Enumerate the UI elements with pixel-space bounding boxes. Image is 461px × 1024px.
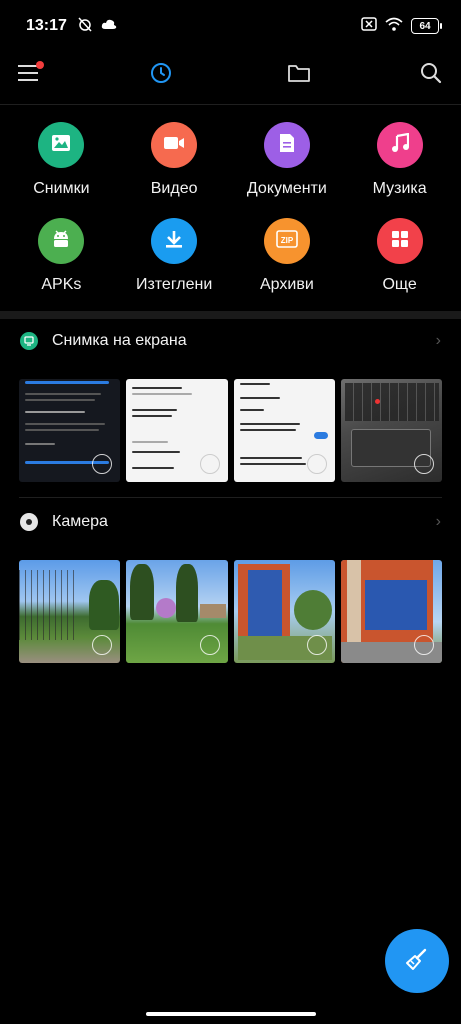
screenshots-header[interactable]: Снимка на екрана › [0, 326, 461, 356]
notification-dot [36, 61, 44, 69]
photo-thumbnail[interactable] [340, 560, 442, 663]
zip-icon: ZIP [276, 229, 298, 254]
chevron-right-icon: › [435, 513, 441, 530]
camera-icon [20, 513, 38, 531]
category-grid: Снимки Видео Документи Музика APKs Изтег… [0, 122, 461, 314]
category-more[interactable]: Още [345, 218, 455, 314]
section-divider [0, 311, 461, 319]
category-label: Архиви [259, 276, 314, 293]
top-toolbar [0, 52, 461, 98]
image-icon [51, 134, 71, 157]
select-circle[interactable] [199, 454, 220, 474]
status-bar: 13:17 64 [0, 0, 461, 52]
screenshot-thumbnail[interactable] [340, 379, 442, 482]
photo-thumbnail[interactable] [233, 560, 335, 663]
camera-section: Камера › [0, 507, 461, 663]
battery-indicator: 64 [411, 18, 442, 34]
photo-thumbnail[interactable] [126, 560, 228, 663]
search-icon [420, 62, 442, 89]
screenshot-thumbnail[interactable] [233, 379, 335, 482]
android-icon [51, 230, 71, 253]
category-label: Документи [246, 180, 327, 197]
broom-icon [403, 945, 431, 978]
category-label: Още [382, 276, 417, 293]
section-title: Камера [52, 513, 108, 530]
category-documents[interactable]: Документи [232, 122, 342, 218]
svg-text:ZIP: ZIP [281, 236, 294, 245]
photo-thumbnail[interactable] [19, 560, 121, 663]
menu-button[interactable] [12, 58, 46, 92]
screenshots-section: Снимка на екрана › [0, 326, 461, 482]
header-divider [0, 104, 461, 105]
select-circle[interactable] [414, 454, 434, 474]
cloud-icon [101, 17, 117, 35]
video-icon [163, 135, 185, 156]
grid-icon [391, 230, 409, 253]
category-label: Видео [150, 180, 198, 197]
category-video[interactable]: Видео [119, 122, 229, 218]
divider [19, 497, 442, 498]
category-archives[interactable]: ZIP Архиви [232, 218, 342, 314]
select-circle[interactable] [414, 635, 434, 655]
section-title: Снимка на екрана [52, 332, 187, 349]
screenshot-thumbnail[interactable] [19, 379, 121, 482]
screenshot-thumbnail[interactable] [126, 379, 228, 482]
category-label: Музика [372, 180, 427, 197]
music-icon [391, 132, 409, 158]
category-label: Снимки [33, 180, 90, 197]
chevron-right-icon: › [435, 332, 441, 349]
status-time: 13:17 [26, 17, 67, 34]
download-icon [164, 229, 184, 254]
alarm-off-icon [77, 16, 93, 37]
category-apks[interactable]: APKs [6, 218, 116, 314]
clock-icon [150, 62, 172, 89]
category-label: Изтеглени [135, 276, 213, 293]
files-tab-button[interactable] [282, 58, 316, 92]
category-images[interactable]: Снимки [6, 122, 116, 218]
search-button[interactable] [414, 58, 448, 92]
clean-button[interactable] [385, 929, 449, 993]
category-label: APKs [41, 276, 82, 293]
wifi-icon [385, 17, 403, 36]
select-circle[interactable] [199, 635, 220, 655]
category-downloads[interactable]: Изтеглени [119, 218, 229, 314]
document-icon [279, 133, 295, 158]
select-circle[interactable] [306, 454, 327, 474]
screenshot-icon [20, 332, 38, 350]
recent-tab-button[interactable] [144, 58, 178, 92]
camera-header[interactable]: Камера › [0, 507, 461, 537]
category-music[interactable]: Музика [345, 122, 455, 218]
folder-icon [288, 63, 310, 88]
no-sim-icon [361, 16, 377, 36]
select-circle[interactable] [306, 635, 327, 655]
home-indicator[interactable] [146, 1012, 316, 1016]
